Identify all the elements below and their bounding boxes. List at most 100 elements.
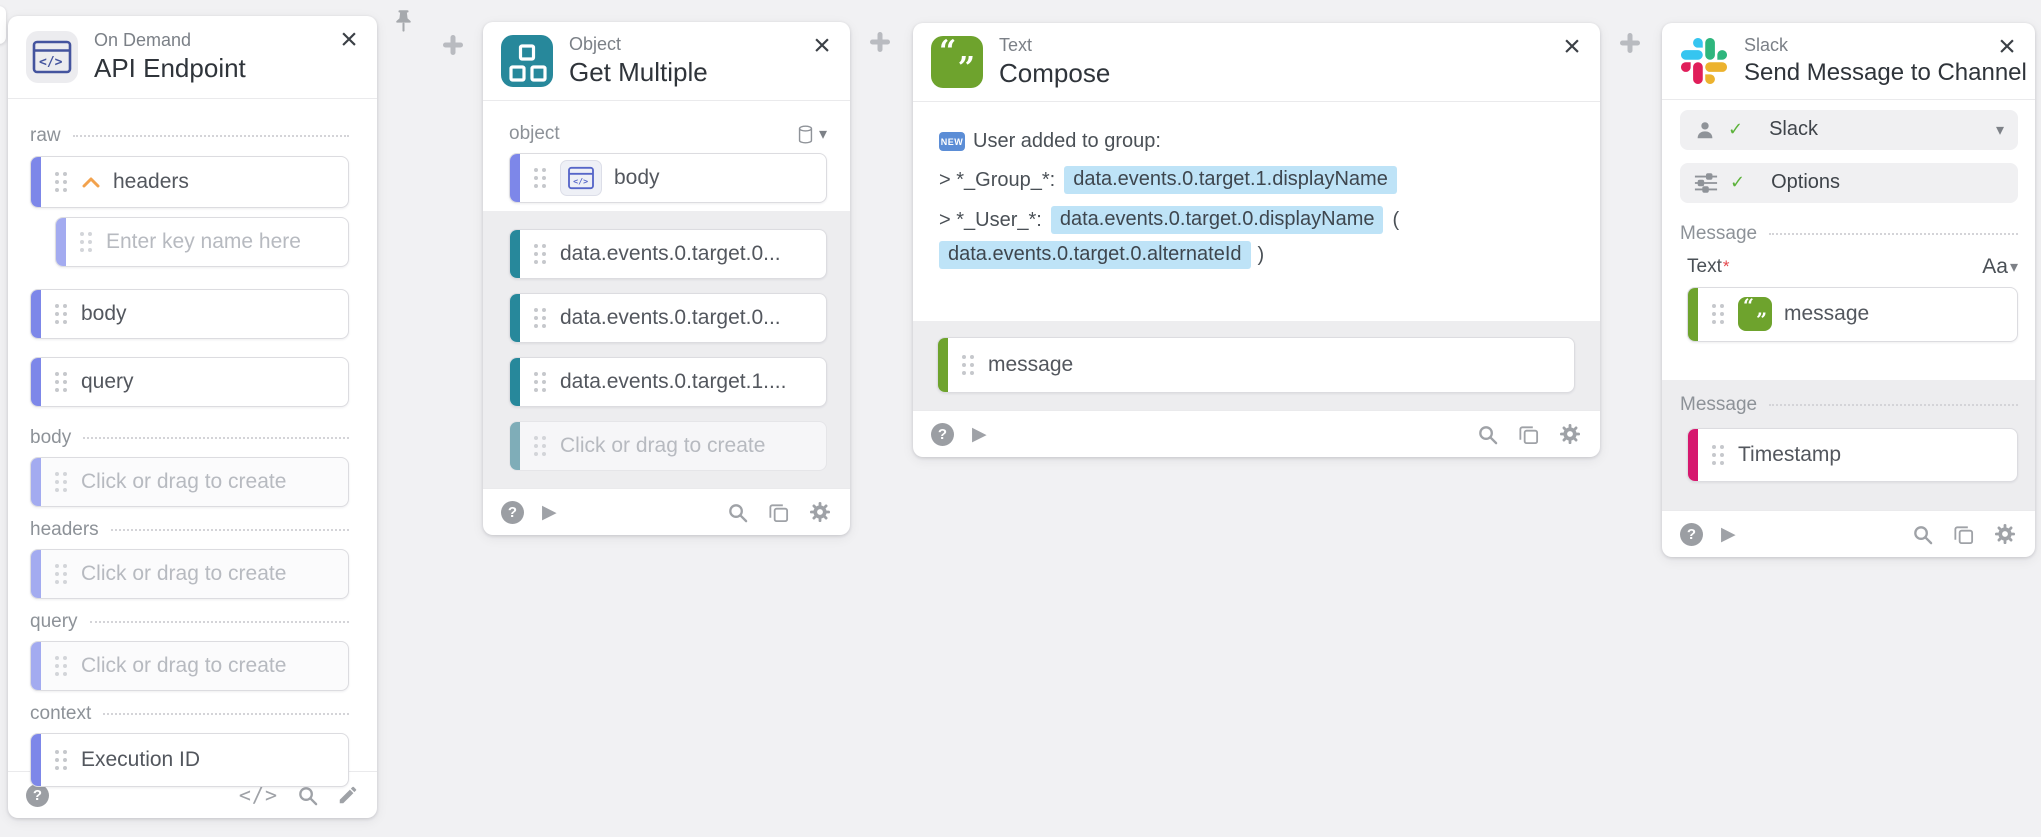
settings-icon[interactable]: [808, 500, 832, 524]
message-text-input[interactable]: “ ” message: [1687, 287, 2018, 342]
drag-handle-icon[interactable]: [532, 369, 548, 395]
field-placeholder: Click or drag to create: [560, 434, 765, 458]
drag-handle-icon[interactable]: [53, 301, 69, 327]
settings-icon[interactable]: [1558, 422, 1582, 446]
drag-handle-icon[interactable]: [960, 352, 976, 378]
text-helpers-icon: “ ”: [931, 36, 983, 88]
section-label: headers: [30, 519, 99, 541]
search-icon[interactable]: [1911, 523, 1934, 546]
drag-handle-icon[interactable]: [53, 653, 69, 679]
auth-selector[interactable]: ✓ Slack ▾: [1680, 110, 2018, 150]
field-label: Text: [1687, 256, 1722, 278]
result-path: data.events.0.target.1....: [560, 370, 786, 394]
result-row[interactable]: data.events.0.target.0...: [509, 229, 827, 279]
object-input[interactable]: </> body: [509, 153, 827, 203]
result-path: data.events.0.target.0...: [560, 242, 781, 266]
drag-handle-icon[interactable]: [532, 241, 548, 267]
field-headers-create[interactable]: Click or drag to create: [30, 549, 349, 599]
panel-header: Slack Send Message to Channel ×: [1662, 23, 2035, 100]
field-query-create[interactable]: Click or drag to create: [30, 641, 349, 691]
chevron-down-icon: ▾: [1996, 120, 2004, 140]
field-placeholder: Click or drag to create: [81, 562, 286, 586]
drag-handle-icon[interactable]: [53, 747, 69, 773]
result-timestamp-row[interactable]: Timestamp: [1687, 428, 2018, 482]
operation-title: Compose: [999, 57, 1110, 91]
section-label: query: [30, 611, 78, 633]
result-row[interactable]: data.events.0.target.0...: [509, 293, 827, 343]
search-icon[interactable]: [1476, 423, 1499, 446]
run-step-icon[interactable]: ▶: [542, 501, 557, 524]
format-button[interactable]: Aa: [1982, 255, 2008, 279]
drag-handle-icon[interactable]: [53, 561, 69, 587]
panel-header: </> On Demand API Endpoint ×: [8, 16, 377, 99]
drag-handle-icon[interactable]: [53, 169, 69, 195]
person-icon: [1694, 119, 1716, 141]
section-message-output: Message: [1680, 394, 2018, 416]
text-field-header: Text* Aa ▾: [1680, 255, 2018, 279]
result-create-row[interactable]: Click or drag to create: [509, 421, 827, 471]
close-icon[interactable]: ×: [335, 26, 363, 54]
close-icon[interactable]: ×: [808, 32, 836, 60]
field-headers[interactable]: headers: [30, 156, 349, 208]
edit-icon[interactable]: [337, 784, 359, 806]
field-label: Execution ID: [81, 748, 200, 772]
sliders-icon: [1694, 172, 1718, 194]
drag-handle-icon[interactable]: [53, 369, 69, 395]
section-raw: raw: [30, 125, 349, 147]
compose-text: > *_User_*:: [939, 209, 1042, 232]
copy-icon[interactable]: [1952, 523, 1975, 546]
settings-icon[interactable]: [1993, 522, 2017, 546]
data-chip[interactable]: data.events.0.target.0.alternateId: [939, 241, 1251, 269]
operation-title: Get Multiple: [569, 56, 708, 90]
run-step-icon[interactable]: ▶: [972, 423, 987, 446]
drag-handle-icon[interactable]: [1710, 442, 1726, 468]
data-chip[interactable]: data.events.0.target.0.displayName: [1051, 206, 1384, 234]
compose-line: > *_User_*: data.events.0.target.0.displ…: [939, 206, 1574, 234]
drag-handle-icon[interactable]: [532, 305, 548, 331]
data-chip[interactable]: data.events.0.target.1.displayName: [1064, 166, 1397, 194]
close-icon[interactable]: ×: [1558, 33, 1586, 61]
field-label: headers: [113, 170, 189, 194]
close-icon[interactable]: ×: [1993, 33, 2021, 61]
search-icon[interactable]: [726, 501, 749, 524]
panel-api-endpoint: </> On Demand API Endpoint × raw headers…: [8, 16, 377, 818]
compose-editor[interactable]: NEW User added to group: > *_Group_*: da…: [913, 102, 1600, 321]
connector-name: Slack: [1744, 34, 2019, 57]
field-body[interactable]: body: [30, 289, 349, 339]
result-row[interactable]: data.events.0.target.1....: [509, 357, 827, 407]
panel-slack-send-message: Slack Send Message to Channel × ✓ Slack …: [1662, 23, 2035, 557]
field-execution-id[interactable]: Execution ID: [30, 733, 349, 787]
drag-handle-icon[interactable]: [78, 229, 94, 255]
result-message-row[interactable]: message: [937, 337, 1575, 393]
chevron-up-icon[interactable]: [81, 176, 101, 188]
drag-handle-icon[interactable]: [53, 469, 69, 495]
operation-title: API Endpoint: [94, 52, 246, 86]
slack-logo-icon: [1678, 35, 1730, 87]
options-selector[interactable]: ✓ Options: [1680, 163, 2018, 203]
help-icon[interactable]: ?: [931, 423, 954, 446]
field-value: message: [1784, 302, 1869, 326]
copy-icon[interactable]: [767, 501, 790, 524]
result-path: data.events.0.target.0...: [560, 306, 781, 330]
drag-handle-icon[interactable]: [532, 433, 548, 459]
field-header-key[interactable]: Enter key name here: [55, 217, 349, 267]
add-step-icon[interactable]: [440, 32, 466, 58]
field-value: body: [614, 166, 660, 190]
help-icon[interactable]: ?: [501, 501, 524, 524]
copy-icon[interactable]: [1517, 423, 1540, 446]
check-icon: ✓: [1730, 172, 1745, 193]
help-icon[interactable]: ?: [1680, 523, 1703, 546]
field-query[interactable]: query: [30, 357, 349, 407]
add-step-icon[interactable]: [867, 29, 893, 55]
pin-icon[interactable]: [389, 7, 417, 35]
data-source-icon[interactable]: ▾: [796, 124, 827, 145]
field-body-create[interactable]: Click or drag to create: [30, 457, 349, 507]
section-message: Message: [1680, 223, 2018, 245]
run-step-icon[interactable]: ▶: [1721, 523, 1736, 546]
drag-handle-icon[interactable]: [1710, 301, 1726, 327]
workflow-canvas: { "colors": { "canvas_bg": "#F1F1F3", "a…: [0, 0, 2041, 837]
drag-handle-icon[interactable]: [532, 165, 548, 191]
add-step-icon[interactable]: [1617, 30, 1643, 56]
panel-header: Object Get Multiple ×: [483, 22, 850, 101]
panel-footer: ? ▶: [1662, 510, 2035, 557]
